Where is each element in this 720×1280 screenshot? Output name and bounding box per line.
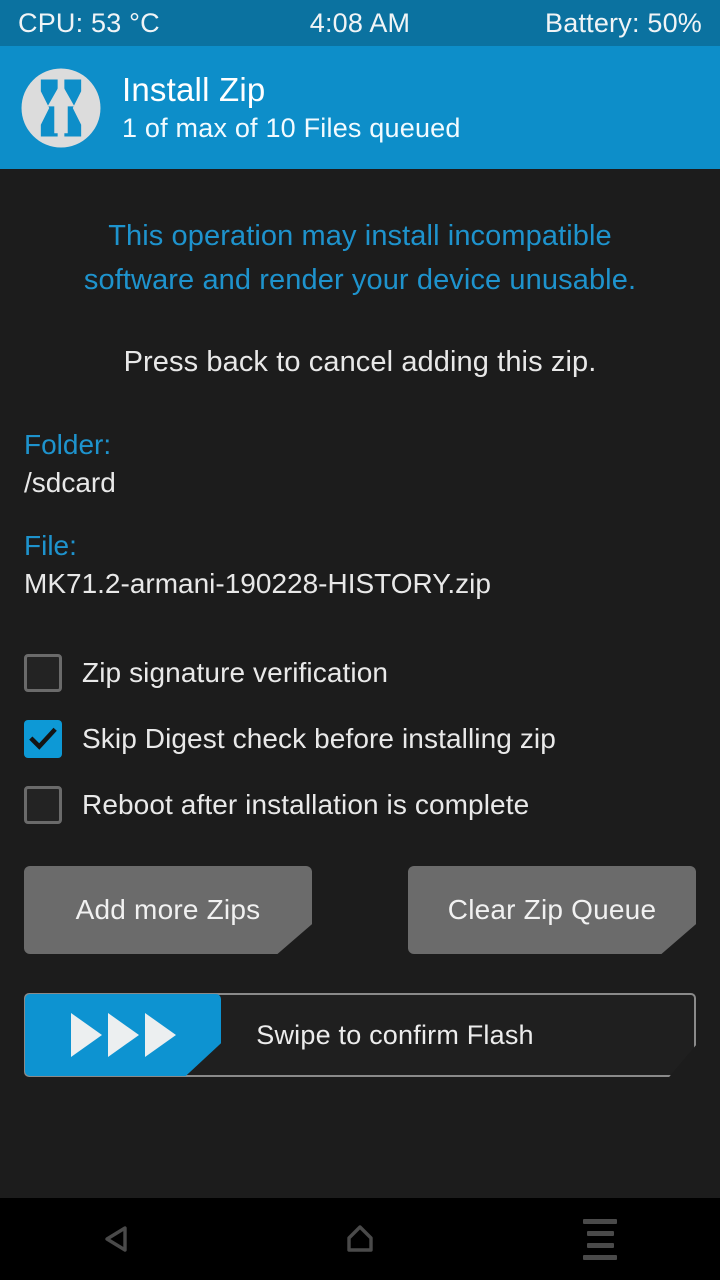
checkmark-icon [29, 727, 57, 750]
back-triangle-icon [105, 1226, 127, 1252]
folder-field: Folder: /sdcard [24, 426, 696, 502]
warning-message: This operation may install incompatible … [24, 214, 696, 302]
checkbox-row-zip-signature-verification[interactable]: Zip signature verification [24, 640, 696, 706]
file-value: MK71.2-armani-190228-HISTORY.zip [24, 568, 491, 599]
folder-value: /sdcard [24, 467, 116, 498]
twrp-install-zip-screen: CPU: 53 °C 4:08 AM Battery: 50% Install … [0, 0, 720, 1280]
clock-text: 4:08 AM [309, 7, 411, 38]
swipe-to-confirm-flash[interactable]: Swipe to confirm Flash [24, 993, 696, 1077]
nav-home-button[interactable] [300, 1198, 420, 1280]
twrp-logo-icon [19, 66, 103, 150]
page-title: Install Zip [122, 70, 266, 108]
checkbox-reboot-after-install[interactable] [24, 786, 62, 824]
checkbox-label: Zip signature verification [82, 657, 389, 688]
swipe-label: Swipe to confirm Flash [256, 1019, 534, 1050]
action-buttons: Add more Zips Clear Zip Queue [24, 866, 696, 954]
file-label: File: [24, 530, 77, 561]
folder-label: Folder: [24, 429, 112, 460]
checkbox-skip-digest-check[interactable] [24, 720, 62, 758]
checkbox-label: Reboot after installation is complete [82, 789, 530, 820]
warning-line-1: This operation may install incompatible [108, 220, 612, 252]
cpu-temperature-text: CPU: 53 °C [18, 7, 160, 38]
main-content: This operation may install incompatible … [0, 169, 720, 1198]
warning-line-2: software and render your device unusable… [83, 264, 637, 296]
options-checklist: Zip signature verification Skip Digest c… [24, 640, 696, 838]
nav-menu-button[interactable] [540, 1198, 660, 1280]
menu-lines-icon [583, 1218, 617, 1260]
add-more-zips-button[interactable]: Add more Zips [24, 866, 312, 954]
queue-status: 1 of max of 10 Files queued [122, 112, 461, 143]
clear-zip-queue-button[interactable]: Clear Zip Queue [408, 866, 696, 954]
nav-back-button[interactable] [60, 1198, 180, 1280]
file-field: File: MK71.2-armani-190228-HISTORY.zip [24, 527, 696, 603]
checkbox-zip-signature-verification[interactable] [24, 654, 62, 692]
header-text-block: Install Zip 1 of max of 10 Files queued [122, 70, 461, 146]
home-icon [347, 1225, 373, 1252]
checkbox-label: Skip Digest check before installing zip [82, 723, 556, 754]
android-navigation-bar [0, 1198, 720, 1280]
checkbox-row-reboot-after-install[interactable]: Reboot after installation is complete [24, 772, 696, 838]
battery-level-text: Battery: 50% [545, 7, 702, 38]
cancel-notice: Press back to cancel adding this zip. [123, 346, 597, 378]
play-arrow-icon [144, 1013, 176, 1057]
page-header: Install Zip 1 of max of 10 Files queued [0, 46, 720, 169]
play-arrow-icon [70, 1013, 102, 1057]
play-arrow-icon [107, 1013, 139, 1057]
checkbox-row-skip-digest-check[interactable]: Skip Digest check before installing zip [24, 706, 696, 772]
status-bar: CPU: 53 °C 4:08 AM Battery: 50% [0, 0, 720, 46]
swipe-handle[interactable] [25, 994, 221, 1076]
